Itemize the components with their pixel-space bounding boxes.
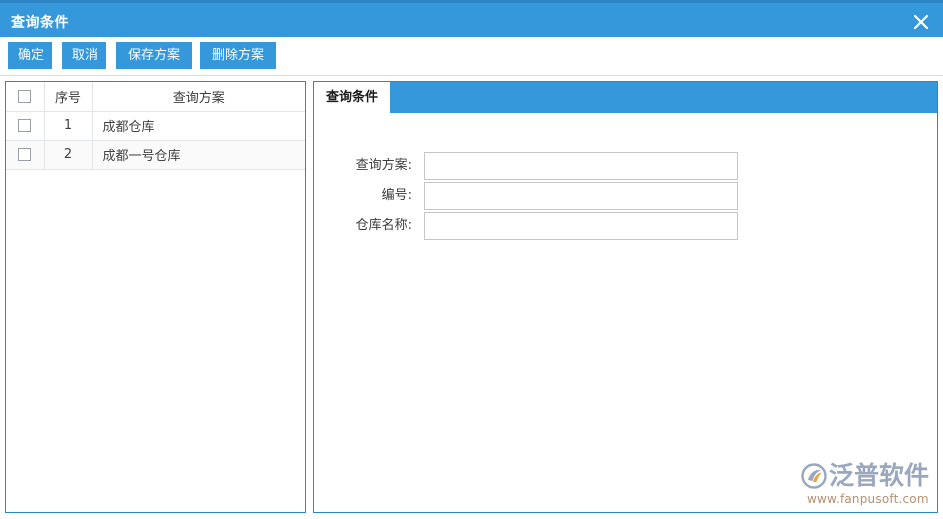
column-header-seq: 序号 (44, 82, 92, 111)
scheme-name-field[interactable] (424, 152, 738, 180)
close-icon[interactable] (907, 9, 935, 35)
save-scheme-button[interactable]: 保存方案 (116, 42, 192, 69)
row-select-cell (6, 111, 44, 140)
code-field-label: 编号: (313, 182, 418, 210)
detail-panel: 查询条件 查询方案:编号:仓库名称: (313, 81, 938, 513)
row-checkbox[interactable] (18, 119, 31, 132)
scheme-table: 序号 查询方案 1成都仓库2成都一号仓库 (6, 82, 305, 170)
delete-scheme-button[interactable]: 删除方案 (200, 42, 276, 69)
query-form: 查询方案:编号:仓库名称: (314, 113, 937, 512)
row-scheme-name: 成都仓库 (92, 111, 305, 140)
table-header-row: 序号 查询方案 (6, 82, 305, 111)
row-scheme-name: 成都一号仓库 (92, 140, 305, 169)
row-sequence: 1 (44, 111, 92, 140)
confirm-button[interactable]: 确定 (8, 42, 52, 69)
tab-query-condition[interactable]: 查询条件 (314, 82, 390, 113)
select-all-checkbox[interactable] (18, 90, 31, 103)
table-row[interactable]: 1成都仓库 (6, 111, 305, 140)
toolbar: 确定取消保存方案删除方案 (0, 37, 943, 76)
cancel-button[interactable]: 取消 (62, 42, 106, 69)
warehouse-name-field[interactable] (424, 212, 738, 240)
form-row: 编号: (314, 182, 937, 210)
scheme-name-field-label: 查询方案: (313, 152, 418, 180)
form-row: 仓库名称: (314, 212, 937, 240)
form-row: 查询方案: (314, 152, 937, 180)
warehouse-name-field-label: 仓库名称: (313, 212, 418, 240)
code-field[interactable] (424, 182, 738, 210)
row-sequence: 2 (44, 140, 92, 169)
scheme-list-panel: 序号 查询方案 1成都仓库2成都一号仓库 (5, 81, 306, 513)
window-title: 查询条件 (11, 12, 69, 32)
select-all-header (6, 82, 44, 111)
row-select-cell (6, 140, 44, 169)
table-row[interactable]: 2成都一号仓库 (6, 140, 305, 169)
tab-bar: 查询条件 (314, 82, 937, 113)
window-title-bar: 查询条件 (0, 0, 943, 37)
row-checkbox[interactable] (18, 148, 31, 161)
column-header-scheme: 查询方案 (92, 82, 305, 111)
